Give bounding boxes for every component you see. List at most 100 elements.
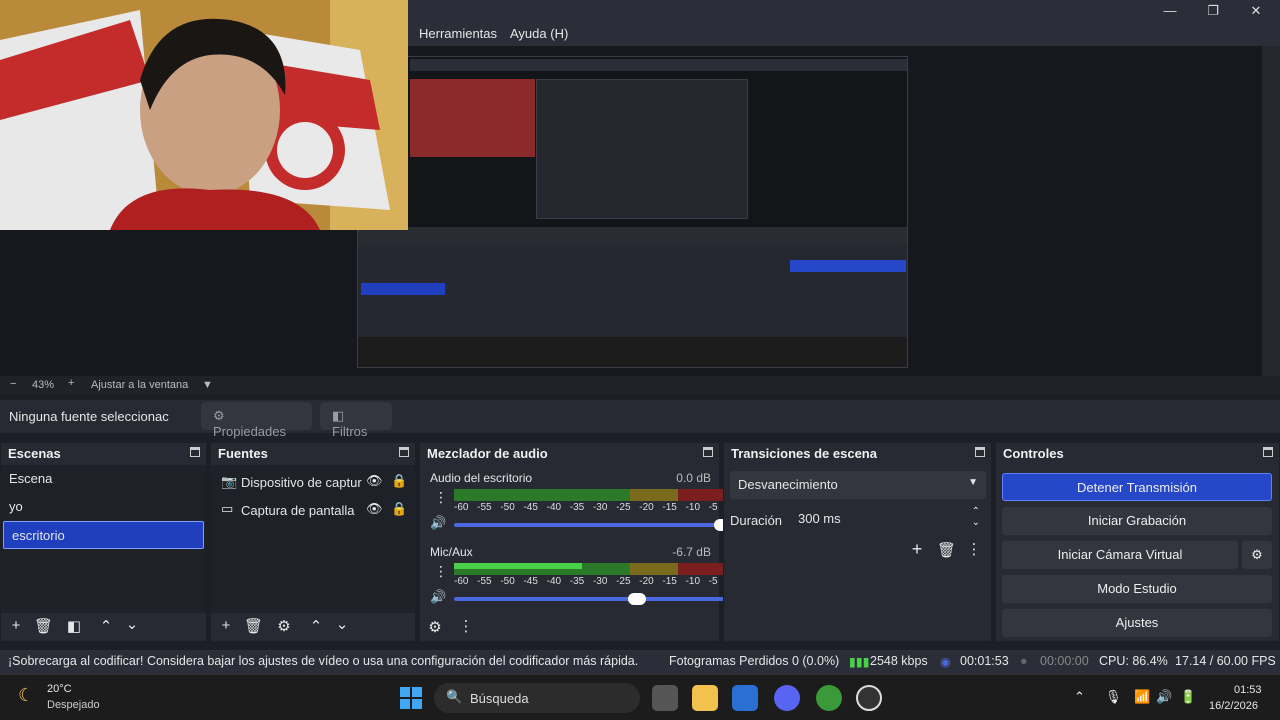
volume-slider-mic[interactable] [454, 593, 732, 605]
undock-icon[interactable] [399, 447, 409, 457]
sources-title: Fuentes [211, 443, 415, 465]
undock-icon[interactable] [975, 447, 985, 457]
properties-button[interactable]: ⚙ Propiedades [201, 402, 312, 439]
filters-button[interactable]: ◧ Filtros [320, 402, 392, 439]
minimize-icon[interactable]: — [1160, 2, 1180, 20]
no-source-label: Ninguna fuente seleccionac [9, 409, 169, 424]
kebab-icon[interactable]: ⋮ [965, 540, 983, 558]
start-recording-button[interactable]: Iniciar Grabación [1002, 507, 1272, 535]
scale-tick: -20 [639, 502, 654, 513]
studio-mode-button[interactable]: Modo Estudio [1002, 575, 1272, 603]
source-item-capture-device[interactable]: 📷 Dispositivo de captur 👁 🔒 [211, 469, 415, 497]
battery-icon[interactable]: 🔋 [1180, 689, 1196, 705]
preview-scrollbar[interactable] [1262, 46, 1280, 376]
eye-icon[interactable]: 👁 [366, 501, 383, 517]
undock-icon[interactable] [1263, 447, 1273, 457]
transition-select[interactable]: Desvanecimiento ▼ [730, 471, 986, 499]
chevron-down-icon: ▼ [968, 477, 978, 488]
scene-item-yo[interactable]: yo [1, 493, 206, 521]
menu-help[interactable]: Ayuda (H) [510, 26, 568, 41]
gear-icon[interactable]: ⚙ [275, 617, 293, 635]
nested-screen [536, 79, 748, 219]
start-virtual-cam-button[interactable]: Iniciar Cámara Virtual [1002, 541, 1238, 569]
add-icon[interactable]: + [7, 617, 25, 634]
channel-db-mic: -6.7 dB [672, 545, 711, 559]
add-icon[interactable]: + [217, 617, 235, 634]
transitions-body: Desvanecimiento ▼ Duración 300 ms ⌃ ⌄ + … [724, 465, 991, 613]
gear-icon[interactable]: ⚙ [426, 618, 444, 636]
kebab-icon[interactable]: ⋮ [457, 617, 475, 635]
clock-time[interactable]: 01:53 [1234, 684, 1262, 696]
chevron-up-icon[interactable]: ⌃ [97, 617, 115, 635]
add-icon[interactable]: + [908, 539, 926, 560]
bitrate: 2548 kbps [870, 654, 928, 668]
trash-icon[interactable]: 🗑 [244, 617, 263, 635]
duration-value: 300 ms [798, 511, 841, 526]
channel-name-mic: Mic/Aux [430, 545, 473, 559]
sources-dock: Fuentes 📷 Dispositivo de captur 👁 🔒 ▭ Ca… [210, 442, 416, 642]
menu-tools[interactable]: Herramientas [419, 26, 497, 41]
duration-spinbox[interactable]: 300 ms ⌃ ⌄ [790, 505, 986, 533]
chevron-down-icon[interactable]: ▼ [202, 379, 213, 391]
folder-icon[interactable] [692, 685, 718, 711]
lock-icon[interactable]: 🔒 [391, 501, 407, 517]
chevron-up-icon[interactable]: ⌃ [1074, 689, 1085, 705]
chevron-down-icon[interactable]: ⌄ [333, 615, 351, 633]
chevron-down-icon[interactable]: ⌄ [972, 517, 980, 528]
chrome-icon[interactable] [816, 685, 842, 711]
volume-slider-desktop[interactable] [454, 519, 732, 531]
scene-item-escritorio[interactable]: escritorio [3, 521, 204, 549]
chevron-down-icon[interactable]: ⌄ [123, 615, 141, 633]
kebab-icon[interactable]: ⋮ [434, 489, 448, 506]
taskbar-search[interactable]: 🔍 Búsqueda [434, 683, 640, 713]
obs-icon[interactable] [856, 685, 882, 711]
discord-icon[interactable] [774, 685, 800, 711]
mixer-body: Audio del escritorio 0.0 dB ⋮ -60 -55 -50-… [420, 465, 732, 613]
channel-db-desktop: 0.0 dB [676, 471, 711, 485]
lock-icon[interactable]: 🔒 [391, 473, 407, 489]
clock-date[interactable]: 16/2/2026 [1209, 700, 1258, 712]
source-item-screen-capture[interactable]: ▭ Captura de pantalla 👁 🔒 [211, 497, 415, 525]
source-label: Captura de pantalla [241, 503, 355, 518]
duration-label: Duración [730, 513, 783, 528]
scale-tick: -25 [616, 502, 631, 513]
undock-icon[interactable] [190, 447, 200, 457]
eye-icon[interactable]: 👁 [366, 473, 383, 489]
speaker-icon[interactable]: 🔊 [430, 515, 446, 531]
settings-button[interactable]: Ajustes [1002, 609, 1272, 637]
close-icon[interactable]: ✕ [1246, 2, 1266, 20]
filter-icon[interactable]: ◧ [65, 617, 83, 635]
mixer-title-text: Mezclador de audio [427, 446, 548, 461]
windows-start-icon[interactable] [398, 685, 424, 711]
undock-icon[interactable] [703, 447, 713, 457]
scene-item-escena[interactable]: Escena [1, 465, 206, 493]
kebab-icon[interactable]: ⋮ [434, 563, 448, 580]
meter-desktop [454, 489, 732, 501]
virtual-cam-settings-button[interactable]: ⚙ [1242, 541, 1272, 569]
zoom-in-button[interactable]: + [68, 377, 74, 389]
zoom-out-button[interactable]: − [10, 378, 16, 390]
dropped-frames: Fotogramas Perdidos 0 (0.0%) [669, 654, 840, 668]
maximize-icon[interactable]: ❐ [1203, 2, 1223, 20]
trash-icon[interactable]: 🗑 [937, 541, 956, 559]
fit-window-label[interactable]: Ajustar a la ventana [91, 379, 188, 391]
task-view-icon[interactable] [652, 685, 678, 711]
volume-knob[interactable] [628, 593, 647, 605]
wifi-icon[interactable]: 📶 [1134, 689, 1150, 705]
properties-label: Propiedades [213, 424, 286, 439]
scale-tick: -20 [639, 576, 654, 587]
stop-stream-button[interactable]: Detener Transmisión [1002, 473, 1272, 501]
chevron-up-icon[interactable]: ⌃ [307, 617, 325, 635]
store-icon[interactable] [732, 685, 758, 711]
zoom-bar: − 43% + Ajustar a la ventana ▼ [0, 376, 1280, 394]
meter-mic [454, 563, 732, 575]
controls-title: Controles [996, 443, 1279, 465]
source-label: Dispositivo de captur [241, 475, 362, 490]
speaker-icon[interactable]: 🔊 [430, 589, 446, 605]
trash-icon[interactable]: 🗑 [34, 617, 53, 635]
meter-scale: -60-55-50-45-40-35-30-25-20-15-10-50 [454, 502, 732, 513]
volume-icon[interactable]: 🔊 [1156, 689, 1172, 705]
microphone-icon[interactable]: 🎙 [1105, 689, 1122, 705]
scale-tick: -30 [592, 502, 608, 513]
chevron-up-icon[interactable]: ⌃ [972, 506, 980, 517]
